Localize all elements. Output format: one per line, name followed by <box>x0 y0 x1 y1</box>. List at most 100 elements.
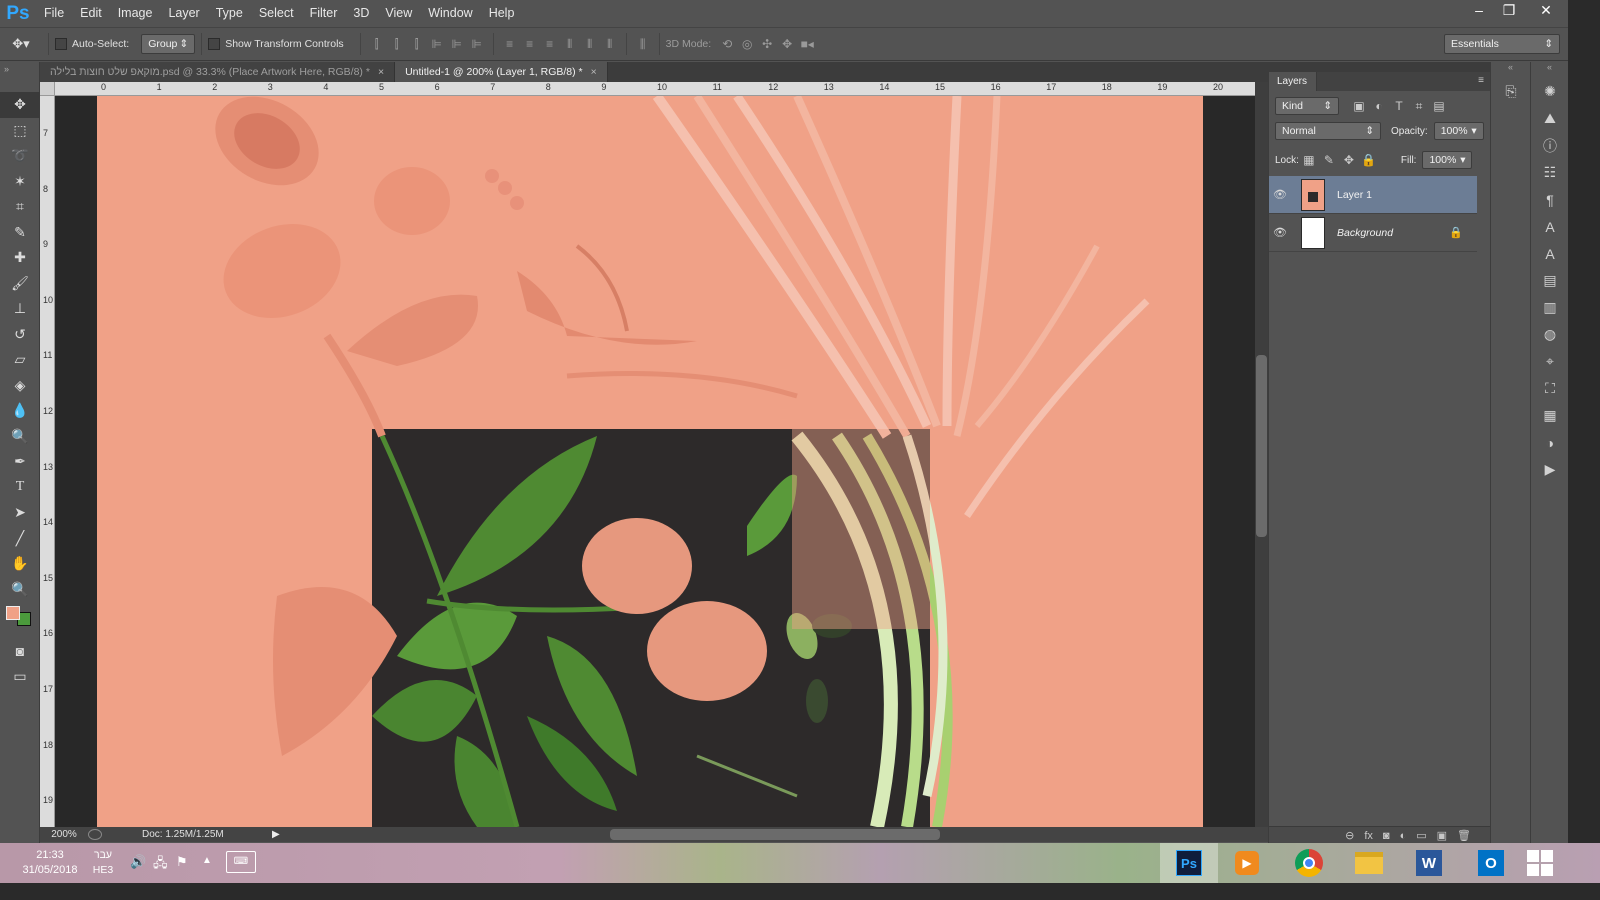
path-selection-icon[interactable]: ➤ <box>0 500 40 526</box>
lasso-tool-icon[interactable]: ➰ <box>0 143 40 169</box>
outlook-icon[interactable]: O <box>1462 843 1520 883</box>
hand-tool-icon[interactable]: ✋ <box>0 551 40 577</box>
adjustments-panel-icon[interactable]: ☷ <box>1531 159 1569 186</box>
clone-stamp-icon[interactable]: ⊥ <box>0 296 40 322</box>
info-panel-icon[interactable]: ⓘ <box>1531 132 1569 159</box>
photoshop-logo[interactable]: Ps <box>0 0 36 27</box>
magic-wand-icon[interactable]: ✶ <box>0 169 40 195</box>
menu-3d[interactable]: 3D <box>345 0 377 27</box>
swatches-panel-icon[interactable]: ▦ <box>1531 402 1569 429</box>
menu-layer[interactable]: Layer <box>160 0 207 27</box>
paths-panel-icon[interactable]: ⌖ <box>1531 348 1569 375</box>
minimize-button[interactable]: – <box>1464 0 1494 20</box>
distribute-vcenter-icon[interactable]: ≡ <box>520 34 540 54</box>
filter-adjustment-icon[interactable]: ◐ <box>1369 96 1389 116</box>
menu-help[interactable]: Help <box>481 0 523 27</box>
healing-brush-icon[interactable]: ✚ <box>0 245 40 271</box>
media-player-icon[interactable]: ▶ <box>1218 843 1276 883</box>
lock-transparent-icon[interactable]: ▦ <box>1299 150 1319 170</box>
character-panel-icon[interactable]: A <box>1531 213 1569 240</box>
dock-expand-icon[interactable]: « <box>1491 62 1530 78</box>
restore-button[interactable]: ❐ <box>1494 0 1524 20</box>
align-vcenter-icon[interactable]: ⫿ <box>387 34 407 54</box>
workspace-dropdown[interactable]: Essentials ⇕ <box>1444 34 1560 54</box>
paragraph-panel-icon[interactable]: ¶ <box>1531 186 1569 213</box>
close-tab-icon[interactable]: × <box>378 66 384 78</box>
volume-icon[interactable]: 🔊 <box>130 854 146 870</box>
status-info-icon[interactable] <box>88 829 102 840</box>
align-right-icon[interactable]: ⊫ <box>467 34 487 54</box>
align-top-icon[interactable]: ⫿ <box>367 34 387 54</box>
ruler-origin[interactable] <box>40 82 55 96</box>
vertical-ruler[interactable]: 7 8 9 10 11 12 13 14 15 16 17 18 19 <box>40 96 55 827</box>
filter-pixel-icon[interactable]: ▣ <box>1349 96 1369 116</box>
network-icon[interactable]: 🖧 <box>153 854 168 876</box>
word-icon[interactable]: W <box>1400 843 1458 883</box>
tab-layers[interactable]: Layers <box>1269 72 1317 91</box>
histogram-panel-icon[interactable]: ⛰ <box>1531 105 1569 132</box>
line-tool-icon[interactable]: ╱ <box>0 526 40 552</box>
distribute-left-icon[interactable]: ⫴ <box>560 34 580 54</box>
layer-style-icon[interactable]: fx <box>1364 830 1373 842</box>
align-bottom-icon[interactable]: ⫿ <box>407 34 427 54</box>
crop-tool-icon[interactable]: ⌗ <box>0 194 40 220</box>
paint-bucket-icon[interactable]: ◈ <box>0 373 40 399</box>
new-adjustment-icon[interactable]: ◐ <box>1400 830 1407 842</box>
canvas-area[interactable] <box>55 96 1265 827</box>
auto-select-checkbox[interactable]: Auto-Select: <box>55 38 129 50</box>
tab-mockup-document[interactable]: מוקאפ שלט חוצות בלילה.psd @ 33.3% (Place… <box>40 62 396 82</box>
menu-view[interactable]: View <box>377 0 420 27</box>
actions-panel-icon[interactable]: ▶ <box>1531 456 1569 483</box>
move-tool-preset-icon[interactable]: ✥▾ <box>0 34 42 54</box>
color-panel-icon[interactable]: ✺ <box>1531 78 1569 105</box>
touch-keyboard-icon[interactable]: ⌨ <box>226 851 256 873</box>
channels-panel-icon[interactable]: ◍ <box>1531 321 1569 348</box>
show-hidden-icons-icon[interactable]: ▲ <box>202 855 212 866</box>
type-tool-icon[interactable]: T <box>0 475 40 501</box>
filter-type-icon[interactable]: T <box>1389 96 1409 116</box>
orbit-3d-icon[interactable]: ⟲ <box>717 34 737 54</box>
dock-collapse-icon[interactable]: « <box>1531 62 1568 78</box>
foreground-color-swatch[interactable] <box>6 606 20 620</box>
quick-mask-icon[interactable]: ◙ <box>0 638 40 664</box>
filter-smart-object-icon[interactable]: ▤ <box>1429 96 1449 116</box>
windows-start-icon[interactable] <box>1515 843 1565 883</box>
layer-row-background[interactable]: 👁 Background 🔒 <box>1269 214 1477 252</box>
pen-tool-icon[interactable]: ✒ <box>0 449 40 475</box>
photoshop-taskbar-icon[interactable]: Ps <box>1160 843 1218 883</box>
fill-input[interactable]: 100% ▾ <box>1422 151 1473 169</box>
lock-pixels-icon[interactable]: ✎ <box>1319 150 1339 170</box>
action-center-flag-icon[interactable]: ⚑ <box>176 854 188 870</box>
show-transform-checkbox[interactable]: Show Transform Controls <box>208 38 344 50</box>
scale-3d-icon[interactable]: ■◂ <box>797 34 817 54</box>
layer-row-layer-1[interactable]: 👁 Layer 1 <box>1269 176 1477 214</box>
zoom-level[interactable]: 200% <box>40 829 88 840</box>
dodge-tool-icon[interactable]: 🔍 <box>0 424 40 450</box>
visibility-eye-icon[interactable]: 👁 <box>1269 226 1291 239</box>
eraser-icon[interactable]: ▱ <box>0 347 40 373</box>
roll-3d-icon[interactable]: ◎ <box>737 34 757 54</box>
menu-filter[interactable]: Filter <box>302 0 346 27</box>
opacity-input[interactable]: 100% ▾ <box>1433 122 1484 140</box>
document-canvas[interactable] <box>97 96 1203 827</box>
blur-tool-icon[interactable]: 💧 <box>0 398 40 424</box>
move-tool-icon[interactable]: ✥ <box>0 92 40 118</box>
history-panel-icon[interactable]: ⎘ <box>1491 78 1531 105</box>
clock[interactable]: 21:33 31/05/2018 <box>20 848 80 878</box>
layer-name[interactable]: Layer 1 <box>1337 189 1372 201</box>
filter-kind-dropdown[interactable]: Kind ⇕ <box>1275 97 1339 115</box>
distribute-hcenter-icon[interactable]: ⫴ <box>580 34 600 54</box>
status-menu-arrow-icon[interactable]: ▶ <box>272 829 280 840</box>
slide-3d-icon[interactable]: ✥ <box>777 34 797 54</box>
close-button[interactable]: ✕ <box>1524 0 1568 20</box>
auto-align-icon[interactable]: ⫼ <box>633 34 653 54</box>
close-tab-icon[interactable]: × <box>591 66 597 78</box>
delete-layer-icon[interactable]: 🗑 <box>1457 829 1471 842</box>
marquee-tool-icon[interactable]: ⬚ <box>0 118 40 144</box>
align-hcenter-icon[interactable]: ⊫ <box>447 34 467 54</box>
lock-position-icon[interactable]: ✥ <box>1339 150 1359 170</box>
chrome-icon[interactable] <box>1280 843 1338 883</box>
distribute-right-icon[interactable]: ⫴ <box>600 34 620 54</box>
tab-untitled-1[interactable]: Untitled-1 @ 200% (Layer 1, RGB/8) * × <box>395 62 608 82</box>
language-indicator[interactable]: עבר HE3 <box>88 848 118 878</box>
